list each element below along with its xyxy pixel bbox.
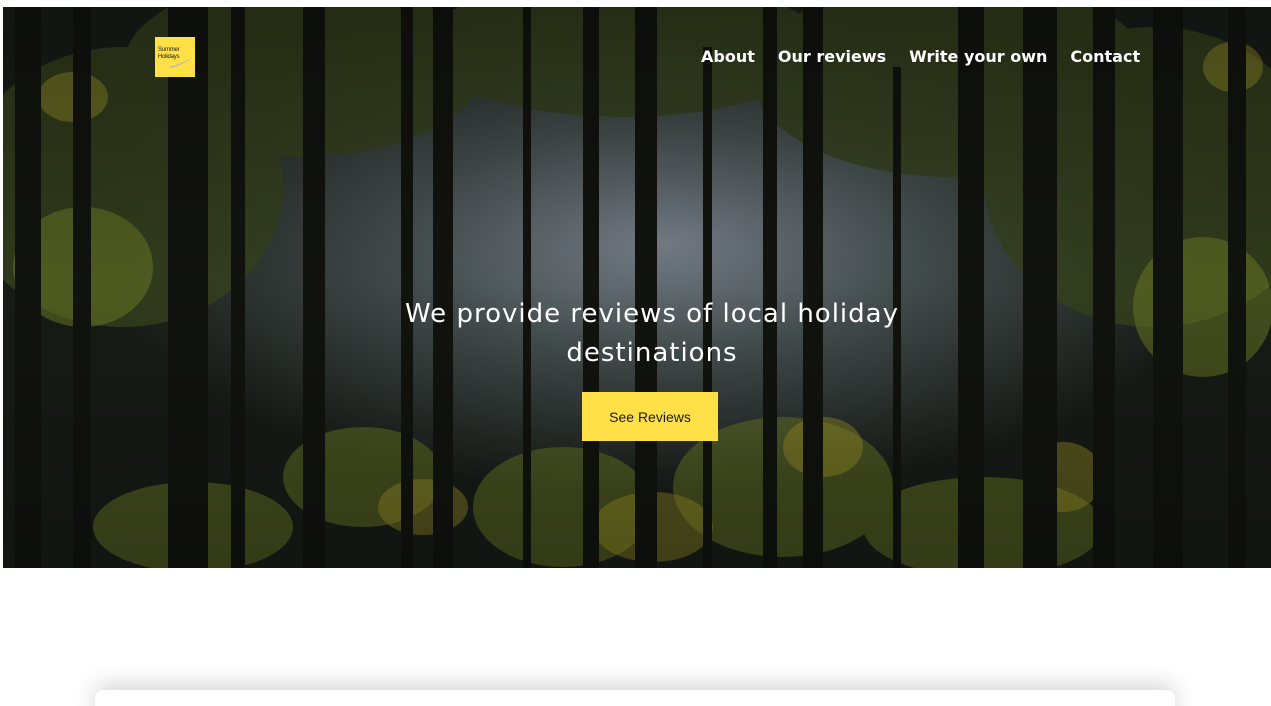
- logo-line-1: Summer: [158, 47, 180, 53]
- hero-section: Summer Holidays About Our reviews Write …: [3, 7, 1271, 568]
- page: Summer Holidays About Our reviews Write …: [0, 0, 1271, 706]
- see-reviews-button[interactable]: See Reviews: [582, 392, 718, 441]
- nav-link-write-your-own[interactable]: Write your own: [909, 47, 1047, 67]
- forest-background-image: [3, 7, 1271, 568]
- main-nav: About Our reviews Write your own Contact: [701, 47, 1140, 67]
- nav-link-about[interactable]: About: [701, 47, 755, 67]
- logo-text: Summer Holidays: [158, 47, 180, 61]
- logo[interactable]: Summer Holidays: [155, 37, 195, 77]
- nav-link-our-reviews[interactable]: Our reviews: [778, 47, 886, 67]
- content-card: [95, 690, 1175, 706]
- nav-link-contact[interactable]: Contact: [1070, 47, 1140, 67]
- logo-line-2: Holidays: [158, 54, 180, 60]
- hero-heading: We provide reviews of local holiday dest…: [405, 299, 899, 368]
